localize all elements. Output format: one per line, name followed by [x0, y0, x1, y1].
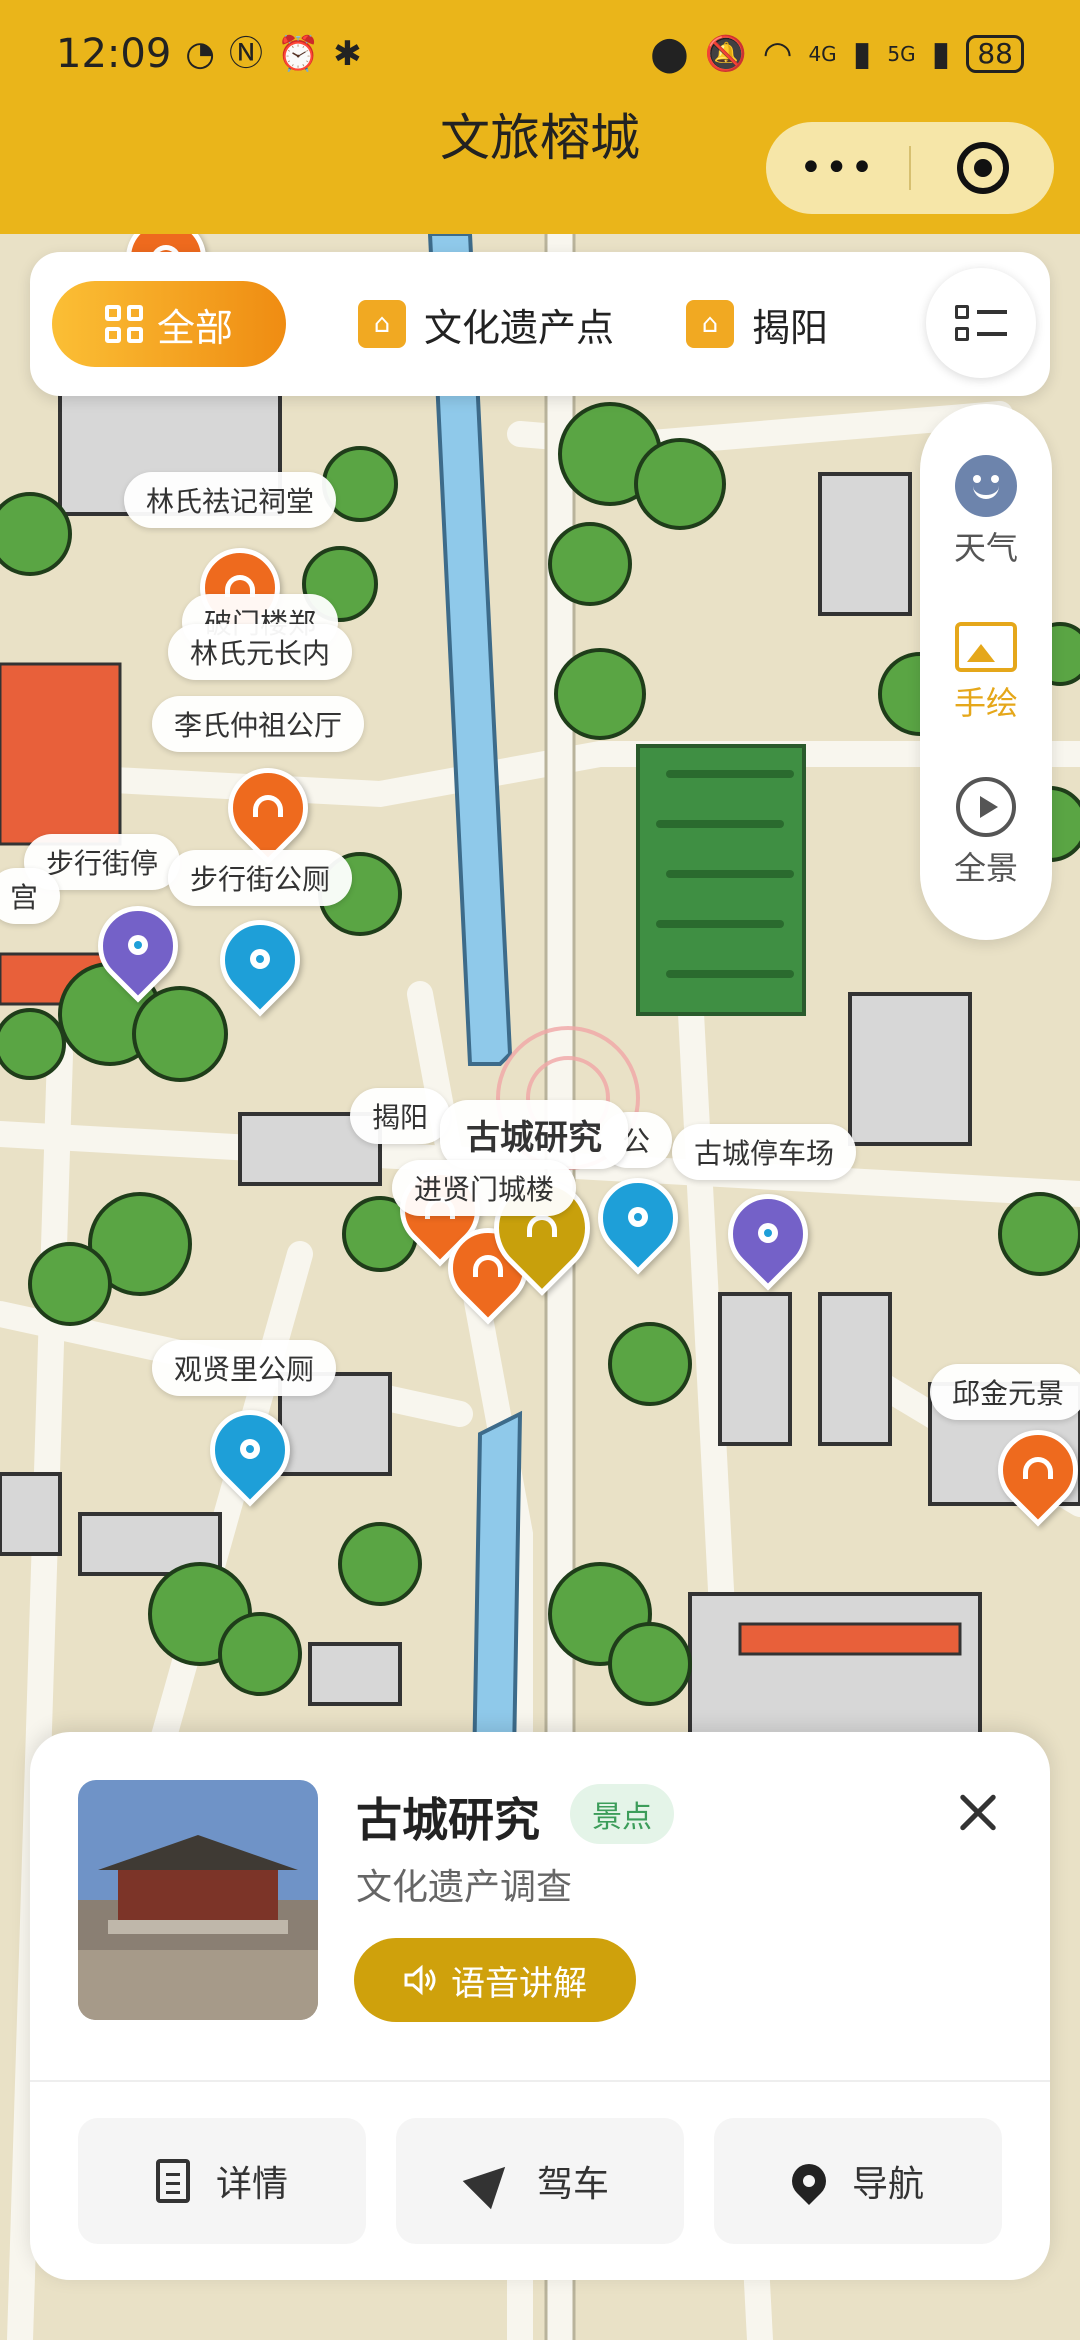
card-actions: 详情 驾车 导航 [78, 2118, 1002, 2244]
panorama-label: 全景 [953, 849, 1018, 888]
nfc-icon: Ⓝ [228, 34, 263, 74]
details-button[interactable]: 详情 [78, 2118, 366, 2244]
label-gucheng-tingchechang[interactable]: 古城停车场 [672, 1124, 857, 1180]
network-5g-label: 5G [887, 42, 916, 66]
grid-icon [104, 305, 143, 343]
mini-program-app: 12:09 ◔ Ⓝ ⏰ ✱ ⬤ 🔕 ◠ 4G ▮ 5G ▮ 88 文旅榕城 ••… [0, 0, 1080, 2340]
weather-label: 天气 [953, 528, 1018, 567]
mute-icon: 🔕 [704, 34, 747, 74]
weather-button[interactable]: 天气 [953, 454, 1018, 569]
weather-face-icon [954, 454, 1017, 517]
mini-program-capsule: ••• [766, 122, 1054, 214]
details-label: 详情 [215, 2164, 288, 2205]
map-mode-panel: 天气 手绘 全景 [920, 404, 1052, 940]
category-all-label: 全部 [156, 305, 233, 350]
label-jinxian-men[interactable]: 进贤门城楼 [392, 1160, 577, 1216]
category-jieyang[interactable]: ⌂ 揭阳 [686, 297, 828, 352]
label-gucheng-yanjiu[interactable]: 古城研究 [440, 1100, 628, 1169]
speed-icon: ◔ [185, 34, 215, 74]
alarm-icon: ⏰ [276, 34, 320, 74]
navigate-button[interactable]: 导航 [714, 2118, 1002, 2244]
poi-title: 古城研究 [356, 1793, 540, 1847]
heritage-icon: ⌂ [358, 300, 406, 348]
close-card-button[interactable] [946, 1780, 1010, 1844]
category-all-button[interactable]: 全部 [52, 281, 286, 367]
temple-photo [78, 1780, 318, 2020]
picture-icon [954, 621, 1017, 672]
poi-detail-card: 古城研究 景点 文化遗产调查 语音讲解 详情 驾车 导航 [30, 1732, 1050, 2280]
target-icon [956, 142, 1009, 194]
label-gong[interactable]: 宫 [0, 868, 61, 924]
label-lin-yuanchang[interactable]: 林氏元长内 [168, 624, 353, 680]
navigation-arrow-icon [462, 2152, 520, 2210]
drive-button[interactable]: 驾车 [396, 2118, 684, 2244]
category-jieyang-label: 揭阳 [752, 305, 829, 350]
audio-guide-label: 语音讲解 [451, 1963, 587, 2004]
status-bar: 12:09 ◔ Ⓝ ⏰ ✱ ⬤ 🔕 ◠ 4G ▮ 5G ▮ 88 [56, 26, 1024, 82]
label-lin-zuji[interactable]: 林氏祛记祠堂 [124, 472, 337, 528]
label-li-zhongzu[interactable]: 李氏仲祖公厅 [152, 696, 365, 752]
card-divider [30, 2080, 1050, 2082]
location-icon: ⬤ [650, 34, 689, 74]
label-qiujinyuan[interactable]: 邱金元景 [930, 1364, 1080, 1420]
category-list-button[interactable] [926, 268, 1036, 378]
speaker-icon [404, 1964, 436, 1996]
battery-indicator: 88 [966, 35, 1024, 73]
location-pin-icon [784, 2156, 834, 2206]
title-bar: 12:09 ◔ Ⓝ ⏰ ✱ ⬤ 🔕 ◠ 4G ▮ 5G ▮ 88 文旅榕城 ••… [0, 0, 1080, 234]
label-buxingjie-gongce[interactable]: 步行街公厕 [168, 850, 353, 906]
more-options-button[interactable]: ••• [766, 145, 909, 191]
bluetooth-icon: ✱ [333, 34, 362, 74]
navigate-label: 导航 [851, 2164, 924, 2205]
wifi-icon: ◠ [762, 34, 793, 74]
hand-drawn-label: 手绘 [953, 683, 1018, 722]
drive-label: 驾车 [536, 2164, 609, 2205]
category-heritage[interactable]: ⌂ 文化遗产点 [358, 297, 614, 352]
label-guanxianli[interactable]: 观贤里公厕 [152, 1340, 337, 1396]
signal-icon-2: ▮ [931, 34, 951, 74]
signal-icon-1: ▮ [852, 34, 872, 74]
audio-guide-button[interactable]: 语音讲解 [354, 1938, 636, 2022]
poi-type-badge: 景点 [570, 1784, 674, 1844]
list-icon [955, 305, 1007, 341]
status-time: 12:09 [56, 31, 172, 77]
label-jieyang[interactable]: 揭阳 [350, 1088, 451, 1144]
network-4g-label: 4G [808, 42, 837, 66]
panorama-button[interactable]: 全景 [954, 777, 1018, 889]
building-icon: ⌂ [686, 300, 735, 348]
document-icon [155, 2159, 190, 2203]
play-icon [955, 777, 1016, 838]
close-program-button[interactable] [911, 142, 1054, 194]
hand-drawn-button[interactable]: 手绘 [953, 621, 1018, 724]
category-filter-bar: 全部 ⌂ 文化遗产点 ⌂ 揭阳 [30, 252, 1050, 396]
category-heritage-label: 文化遗产点 [424, 305, 615, 350]
poi-thumbnail[interactable] [78, 1780, 318, 2020]
poi-subtitle: 文化遗产调查 [356, 1867, 573, 1908]
